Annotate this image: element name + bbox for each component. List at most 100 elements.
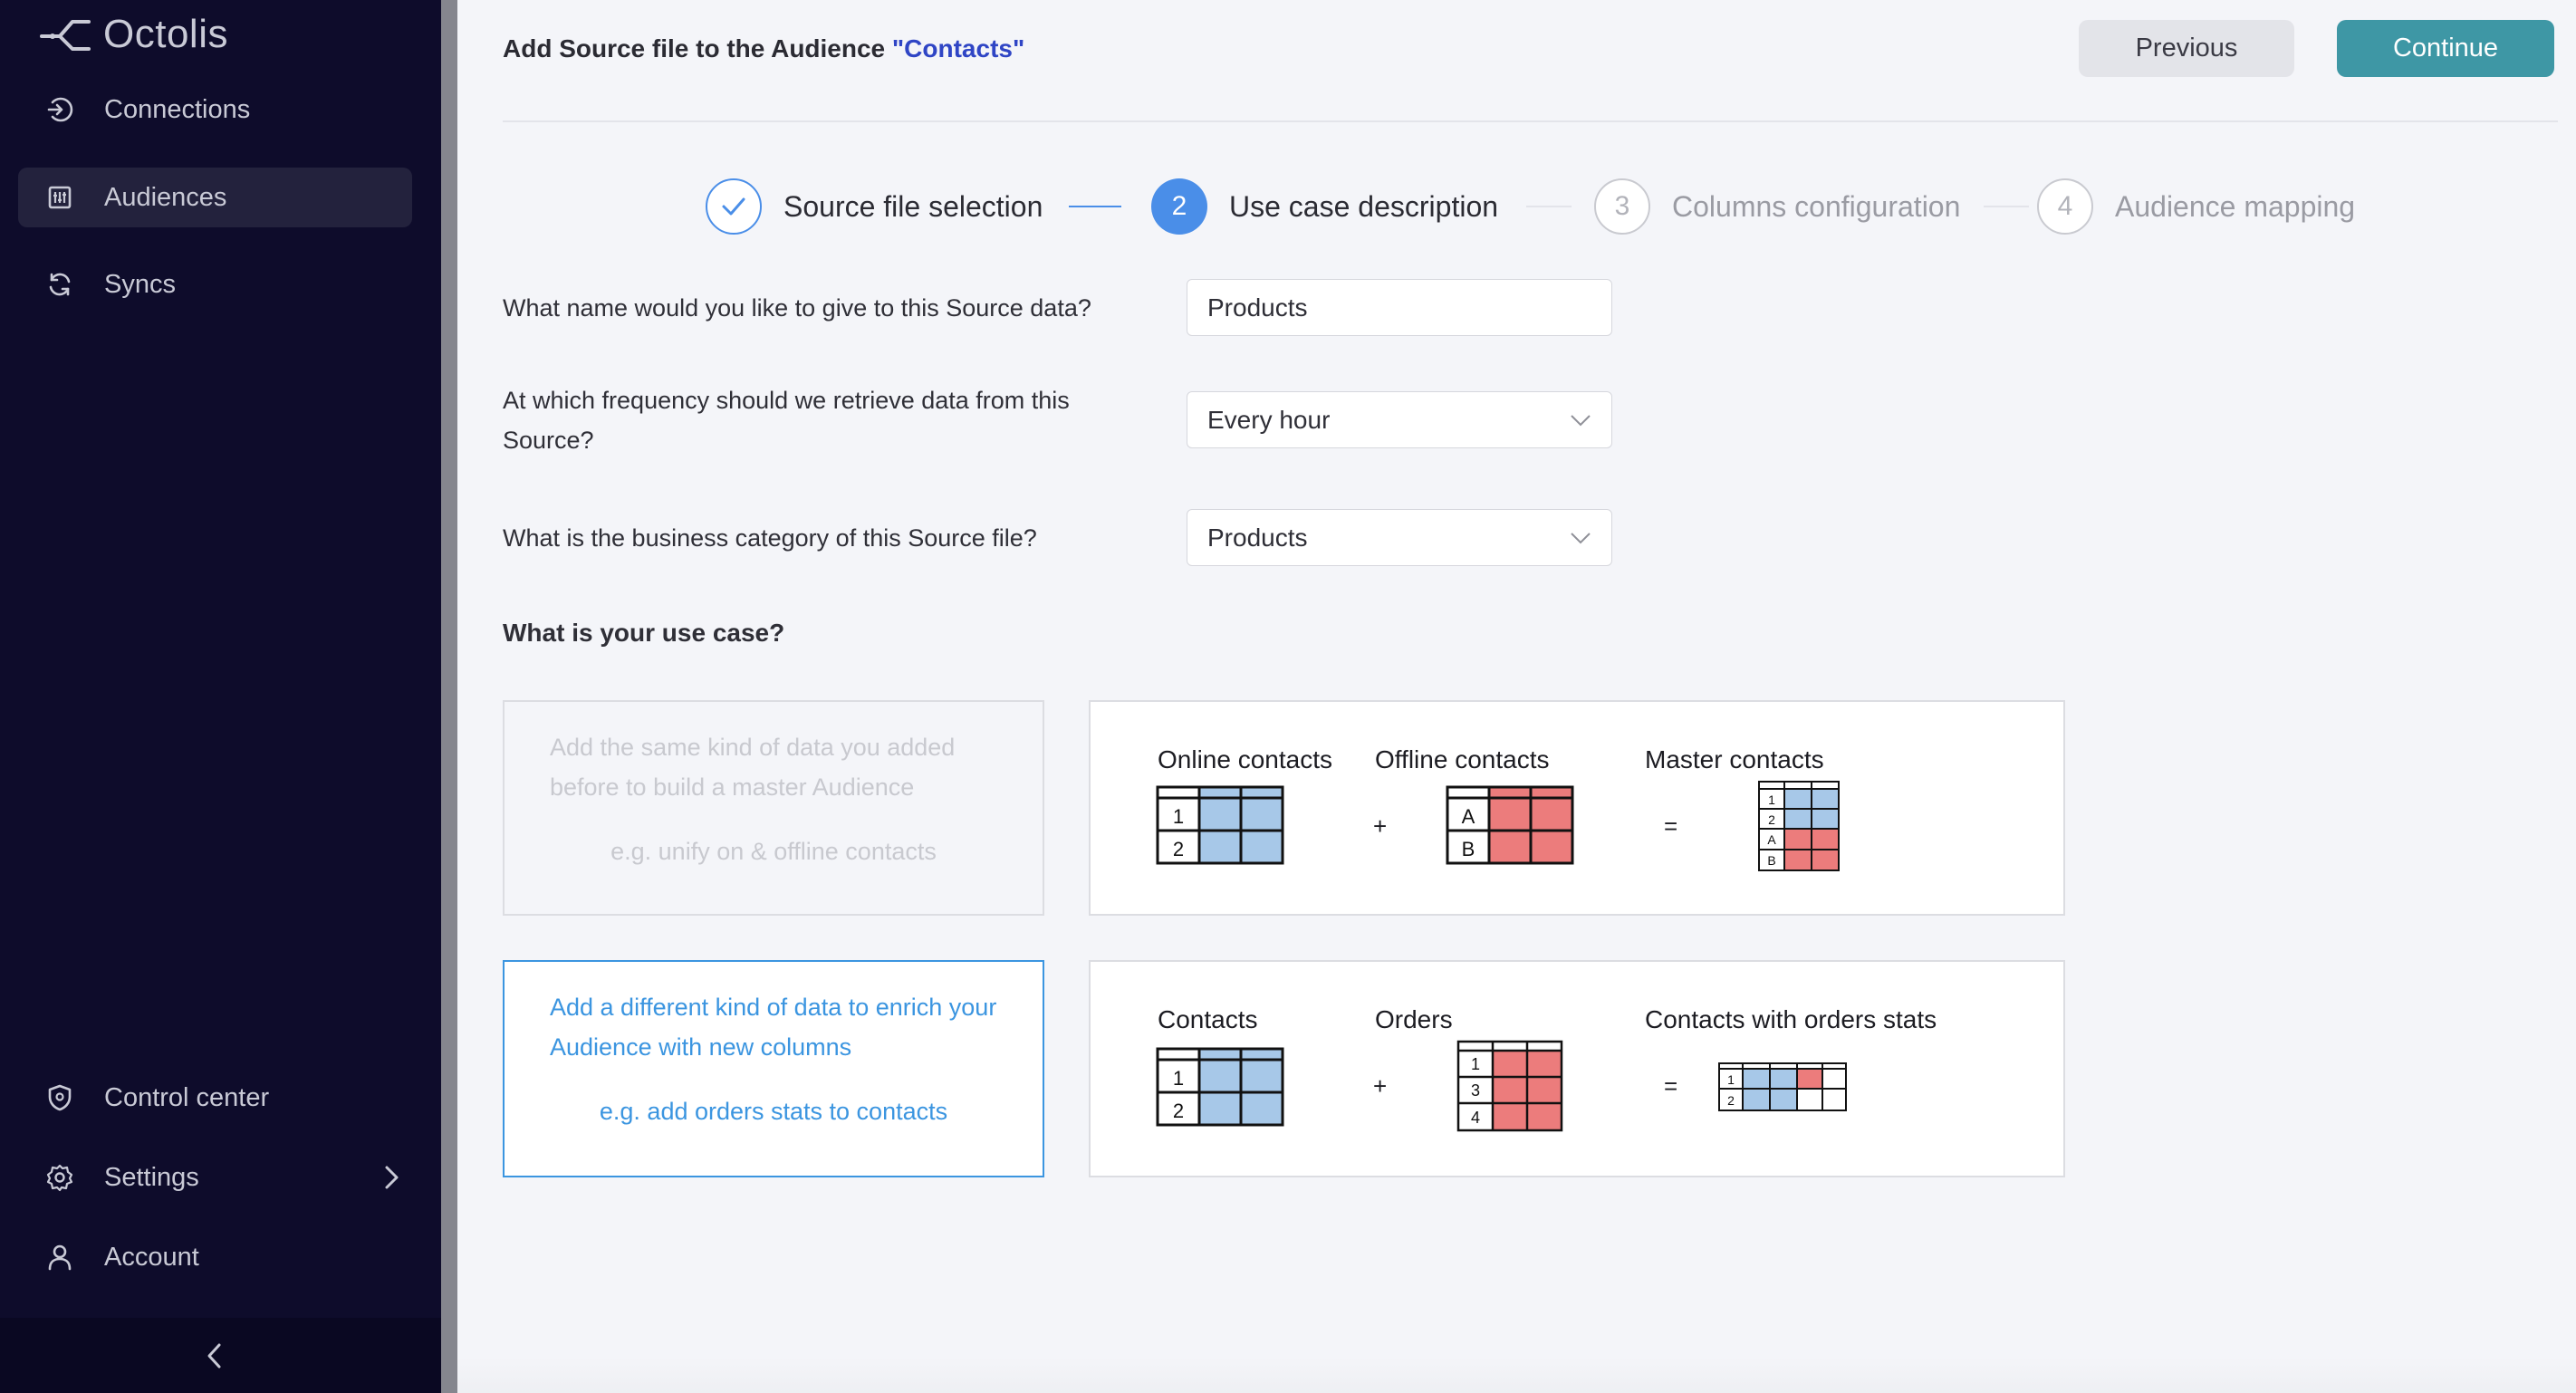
bottom-shade	[457, 1357, 2576, 1393]
audience-name: "Contacts"	[891, 34, 1025, 62]
previous-button[interactable]: Previous	[2079, 20, 2294, 77]
row-letter: B	[1767, 853, 1775, 868]
step-connector	[1526, 206, 1572, 207]
row-number: 1	[1173, 1067, 1184, 1090]
header-divider	[503, 120, 2558, 122]
row-number: 1	[1173, 805, 1184, 828]
chevron-down-icon	[1571, 414, 1591, 426]
user-icon	[48, 1244, 72, 1271]
use-case-option-example: e.g. add orders stats to contacts	[599, 1098, 948, 1125]
online-contacts-table-icon: 1 2	[1156, 785, 1284, 865]
row-number: 2	[1768, 812, 1775, 827]
equals-sign: =	[1664, 812, 1678, 840]
page-title: Add Source file to the Audience "Contact…	[503, 34, 1024, 63]
row-number: 2	[1173, 1100, 1184, 1122]
equals-sign: =	[1664, 1072, 1678, 1100]
shield-icon	[48, 1084, 72, 1111]
row-number: 4	[1471, 1109, 1480, 1127]
step-audience-mapping[interactable]: 4 Audience mapping	[2037, 177, 2355, 236]
sidebar-item-syncs[interactable]: Syncs	[18, 255, 412, 314]
step-number: 2	[1151, 178, 1207, 235]
audiences-icon	[48, 186, 72, 209]
contacts-table-icon: 1 2	[1156, 1047, 1284, 1127]
use-case-option-master-audience[interactable]: Add the same kind of data you added befo…	[503, 700, 1044, 916]
use-case-option-enrich-audience[interactable]: Add a different kind of data to enrich y…	[503, 960, 1044, 1177]
sidebar-item-label: Audiences	[104, 182, 227, 212]
page-title-text: Add Source file to the Audience	[503, 34, 892, 62]
illustration-label: Online contacts	[1158, 745, 1332, 773]
sidebar-item-label: Account	[104, 1242, 199, 1272]
row-letter: B	[1462, 838, 1475, 860]
sidebar-item-connections[interactable]: Connections	[18, 80, 412, 139]
frequency-question: At which frequency should we retrieve da…	[503, 387, 1070, 454]
frequency-select[interactable]: Every hour	[1187, 391, 1612, 448]
step-connector	[1984, 206, 2029, 207]
brand-name: Octolis	[103, 12, 228, 56]
step-done-indicator	[706, 178, 762, 235]
contacts-with-orders-table-icon: 1 2	[1718, 1062, 1847, 1111]
octolis-logo-icon	[40, 20, 91, 51]
frequency-value: Every hour	[1207, 405, 1331, 434]
master-contacts-table-icon: 1 2 A B	[1758, 781, 1840, 871]
step-label: Source file selection	[783, 189, 1043, 223]
step-source-file-selection[interactable]: Source file selection	[706, 177, 1043, 236]
step-label: Columns configuration	[1672, 189, 1961, 223]
source-name-input[interactable]: Products	[1187, 279, 1612, 336]
check-icon	[722, 197, 745, 216]
illustration-label: Contacts with orders stats	[1645, 1005, 1937, 1033]
name-question: What name would you like to give to this…	[503, 294, 1091, 322]
illustration-label: Offline contacts	[1375, 745, 1550, 773]
row-letter: A	[1462, 805, 1475, 828]
continue-button[interactable]: Continue	[2337, 20, 2554, 77]
use-case-option-text: Add a different kind of data to enrich y…	[550, 994, 997, 1061]
step-label: Use case description	[1229, 189, 1499, 223]
sidebar-item-control-center[interactable]: Control center	[18, 1068, 412, 1128]
row-letter: A	[1767, 832, 1776, 847]
sidebar-item-label: Settings	[104, 1162, 199, 1192]
category-value: Products	[1207, 523, 1308, 552]
row-number: 1	[1727, 1072, 1735, 1087]
row-number: 3	[1471, 1081, 1480, 1100]
row-number: 2	[1173, 838, 1184, 860]
step-number: 4	[2037, 178, 2093, 235]
use-case-option-example: e.g. unify on & offline contacts	[610, 838, 937, 865]
orders-table-icon: 1 3 4	[1456, 1040, 1563, 1132]
row-number: 2	[1727, 1093, 1735, 1108]
category-select[interactable]: Products	[1187, 509, 1612, 566]
use-case-illustration-master: Online contacts Offline contacts Master …	[1089, 700, 2065, 916]
sidebar-item-label: Syncs	[104, 269, 176, 299]
illustration-label: Master contacts	[1645, 745, 1824, 773]
illustration-label: Contacts	[1158, 1005, 1258, 1033]
brand-logo[interactable]: Octolis	[40, 7, 228, 62]
main-content: Add Source file to the Audience "Contact…	[457, 0, 2576, 1393]
sidebar-item-settings[interactable]: Settings	[18, 1148, 412, 1207]
plus-sign: +	[1373, 812, 1388, 840]
sidebar-collapse-button[interactable]	[0, 1318, 441, 1393]
use-case-option-text: Add the same kind of data you added befo…	[550, 734, 956, 801]
sync-icon	[49, 273, 71, 296]
step-use-case-description[interactable]: 2 Use case description	[1151, 177, 1498, 236]
source-name-value: Products	[1207, 293, 1308, 322]
sidebar-item-audiences[interactable]: Audiences	[18, 168, 412, 227]
illustration-label: Orders	[1375, 1005, 1453, 1033]
step-connector	[1069, 206, 1121, 207]
sidebar-item-account[interactable]: Account	[18, 1227, 412, 1287]
step-columns-configuration[interactable]: 3 Columns configuration	[1594, 177, 1960, 236]
row-number: 1	[1768, 793, 1775, 807]
use-case-illustration-enrich: Contacts Orders Contacts with orders sta…	[1089, 960, 2065, 1177]
gear-icon	[46, 1164, 73, 1192]
row-number: 1	[1471, 1055, 1480, 1073]
plus-sign: +	[1373, 1072, 1388, 1100]
step-label: Audience mapping	[2115, 189, 2356, 223]
chevron-left-icon	[207, 1343, 221, 1369]
category-question: What is the business category of this So…	[503, 524, 1037, 552]
chevron-right-icon	[385, 1166, 399, 1189]
connections-icon	[47, 97, 73, 122]
sidebar-divider	[441, 0, 457, 1393]
use-case-title: What is your use case?	[503, 619, 785, 647]
sidebar-item-label: Connections	[104, 94, 251, 124]
sidebar-item-label: Control center	[104, 1082, 270, 1112]
sidebar: Octolis Connections Audiences Syncs Cont…	[0, 0, 441, 1393]
step-number: 3	[1594, 178, 1650, 235]
chevron-down-icon	[1571, 532, 1591, 543]
